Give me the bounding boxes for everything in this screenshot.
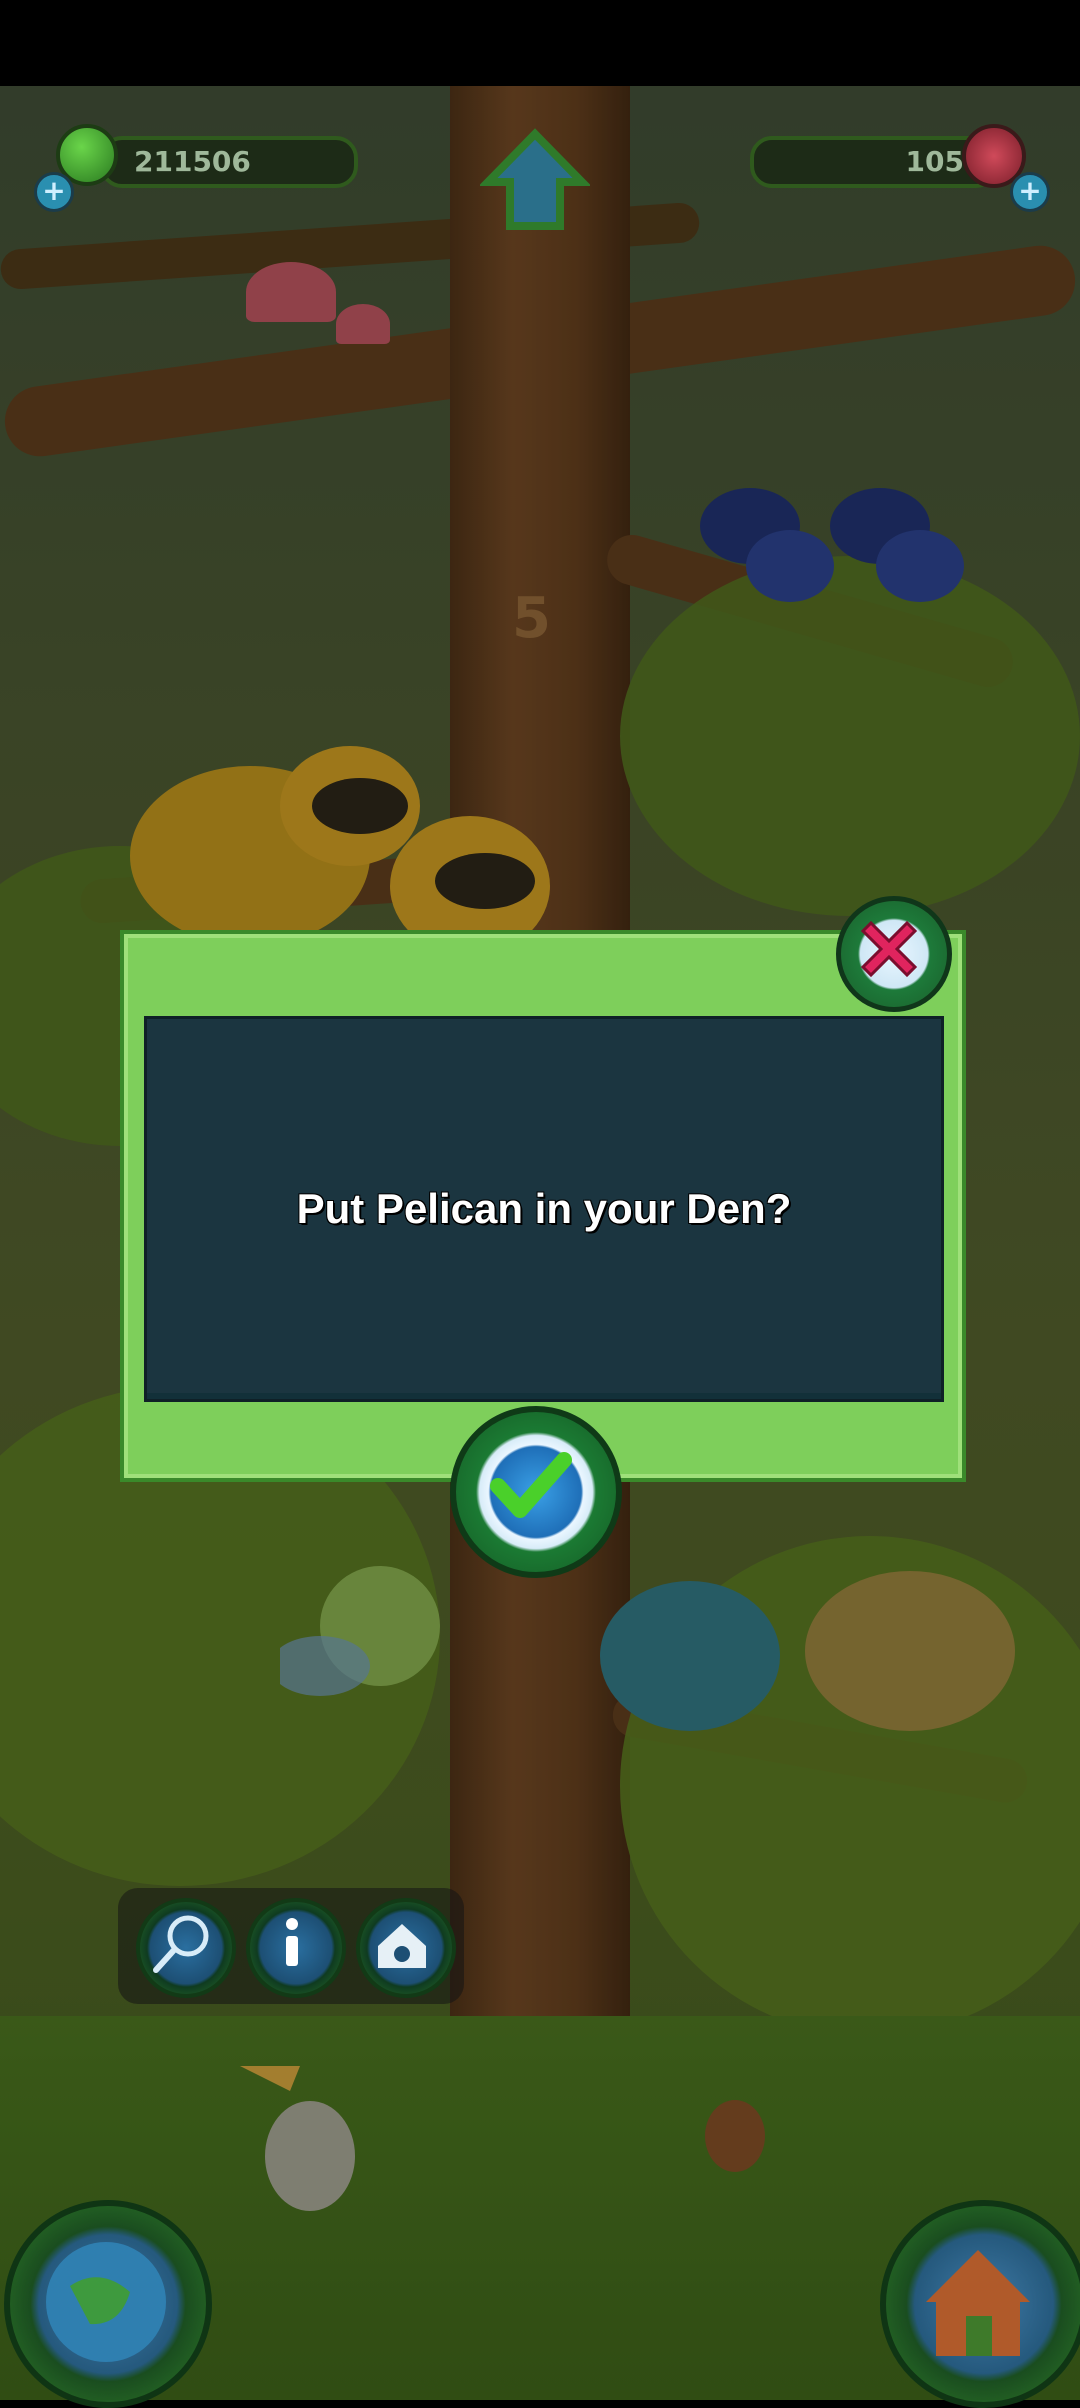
world-map-button[interactable]: [4, 2200, 212, 2408]
close-button[interactable]: [836, 896, 952, 1012]
home-arrow-icon[interactable]: [480, 126, 590, 236]
dialog-message: Put Pelican in your Den?: [296, 1185, 792, 1232]
info-button[interactable]: [246, 1898, 346, 1998]
add-gems-icon[interactable]: +: [1010, 172, 1050, 212]
leaf-counter: 211506: [100, 136, 358, 188]
den-button[interactable]: [356, 1898, 456, 1998]
check-icon: [490, 1452, 572, 1518]
dialog-panel: Put Pelican in your Den?: [144, 1016, 944, 1402]
info-icon: [286, 1918, 298, 1966]
add-leaves-icon[interactable]: +: [34, 172, 74, 212]
den-icon: [378, 1924, 426, 1968]
den-house-button[interactable]: [880, 2200, 1080, 2408]
confirm-dialog: Put Pelican in your Den?: [120, 930, 966, 1482]
net-icon: [153, 1915, 209, 1973]
status-bar: [0, 0, 1080, 86]
close-icon: [860, 920, 918, 978]
house-icon: [926, 2250, 1030, 2356]
catch-net-button[interactable]: [136, 1898, 236, 1998]
globe-icon: [46, 2242, 166, 2362]
leaf-counter-value: 211506: [134, 145, 251, 178]
gem-counter: 105: [750, 136, 998, 188]
gem-counter-value: 105: [905, 145, 964, 178]
confirm-button[interactable]: [450, 1406, 622, 1578]
